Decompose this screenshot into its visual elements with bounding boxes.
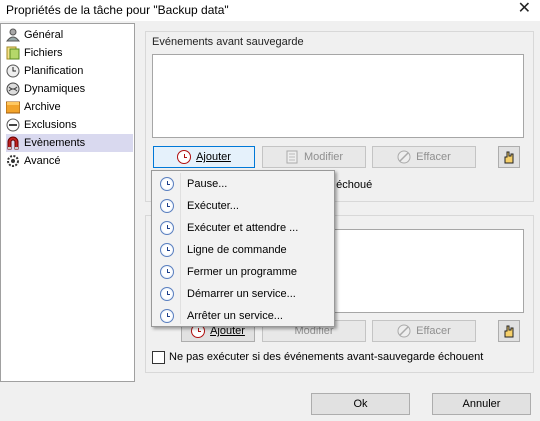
add-event-menu: Pause... Exécuter... Exécuter et attendr…	[151, 170, 335, 327]
before-events-title: Evénements avant sauvegarde	[152, 36, 304, 48]
sidebar-item-label: Fichiers	[24, 47, 63, 59]
after-delete-button[interactable]: Effacer	[372, 320, 476, 342]
notepad-icon	[285, 150, 299, 164]
menu-item-label: Exécuter...	[187, 200, 239, 212]
user-icon	[5, 28, 21, 42]
clock-icon	[160, 287, 174, 301]
ok-button[interactable]: Ok	[311, 393, 410, 415]
menu-item-label: Pause...	[187, 178, 228, 190]
sidebar-item-label: Archive	[24, 101, 61, 113]
gear-icon	[6, 154, 20, 168]
sidebar-item-archive[interactable]: Archive	[5, 98, 133, 116]
files-icon	[6, 46, 20, 60]
menu-item-execute[interactable]: Exécuter...	[153, 195, 333, 217]
menu-item-label: Démarrer un service...	[187, 288, 296, 300]
sidebar-item-dynamics[interactable]: Dynamiques	[6, 80, 133, 98]
globe-icon	[6, 82, 20, 96]
clock-icon	[160, 199, 174, 213]
hand-icon	[502, 324, 516, 338]
add-clock-icon	[177, 150, 192, 164]
button-label: Effacer	[416, 325, 451, 337]
before-modify-button[interactable]: Modifier	[262, 146, 366, 168]
button-label: Modifier	[303, 151, 344, 163]
clock-icon	[160, 177, 174, 191]
close-icon[interactable]: ✕	[518, 1, 531, 17]
menu-item-label: Ligne de commande	[187, 244, 287, 256]
sidebar-item-general[interactable]: Général	[5, 26, 133, 44]
menu-item-label: Fermer un programme	[187, 266, 298, 278]
menu-item-stop-service[interactable]: Arrêter un service...	[153, 305, 333, 327]
before-delete-button[interactable]: Effacer	[372, 146, 476, 168]
skip-on-failure-checkbox[interactable]	[152, 351, 165, 364]
menu-item-label: Arrêter un service...	[187, 310, 283, 322]
after-events-list[interactable]	[330, 229, 524, 313]
no-entry-icon	[397, 150, 411, 164]
sidebar-item-label: Dynamiques	[24, 83, 86, 95]
cancel-button[interactable]: Annuler	[432, 393, 531, 415]
clock-icon	[6, 64, 20, 78]
clock-icon	[160, 309, 174, 323]
clock-icon	[160, 243, 174, 257]
menu-item-start-service[interactable]: Démarrer un service...	[153, 283, 333, 305]
sidebar-item-planning[interactable]: Planification	[6, 62, 133, 80]
window-title: Propriétés de la tâche pour "Backup data…	[6, 3, 229, 17]
menu-item-label: Exécuter et attendre ...	[187, 222, 299, 234]
sidebar-item-exclusions[interactable]: Exclusions	[6, 116, 133, 134]
sidebar-item-label: Avancé	[24, 155, 61, 167]
clock-icon	[160, 265, 174, 279]
sidebar-item-label: Exclusions	[24, 119, 77, 131]
button-label: Ajouter	[196, 151, 231, 163]
sidebar-item-files[interactable]: Fichiers	[6, 44, 133, 62]
after-manual-button[interactable]	[498, 320, 520, 342]
sidebar-item-label: Evènements	[24, 137, 86, 149]
menu-item-execute-wait[interactable]: Exécuter et attendre ...	[153, 217, 333, 239]
before-manual-button[interactable]	[498, 146, 520, 168]
skip-on-failure-label: Ne pas exécuter si des événements avant-…	[169, 351, 484, 363]
menu-item-command-line[interactable]: Ligne de commande	[153, 239, 333, 261]
sidebar-item-advanced[interactable]: Avancé	[6, 152, 133, 170]
button-label: Effacer	[416, 151, 451, 163]
title-bar: Propriétés de la tâche pour "Backup data…	[0, 0, 540, 21]
before-events-list[interactable]	[152, 54, 524, 138]
minus-icon	[6, 118, 20, 132]
menu-item-pause[interactable]: Pause...	[153, 173, 333, 195]
magnet-icon	[6, 136, 20, 150]
sidebar-item-label: Planification	[24, 65, 84, 77]
sidebar: Général Fichiers Planification Dynamique…	[0, 23, 135, 382]
archive-icon	[5, 100, 21, 114]
sidebar-item-events[interactable]: Evènements	[6, 134, 133, 152]
sidebar-item-label: Général	[24, 29, 64, 41]
before-add-button[interactable]: Ajouter	[153, 146, 255, 168]
clock-icon	[160, 221, 174, 235]
menu-item-close-program[interactable]: Fermer un programme	[153, 261, 333, 283]
hand-icon	[502, 150, 516, 164]
no-entry-icon	[397, 324, 411, 338]
